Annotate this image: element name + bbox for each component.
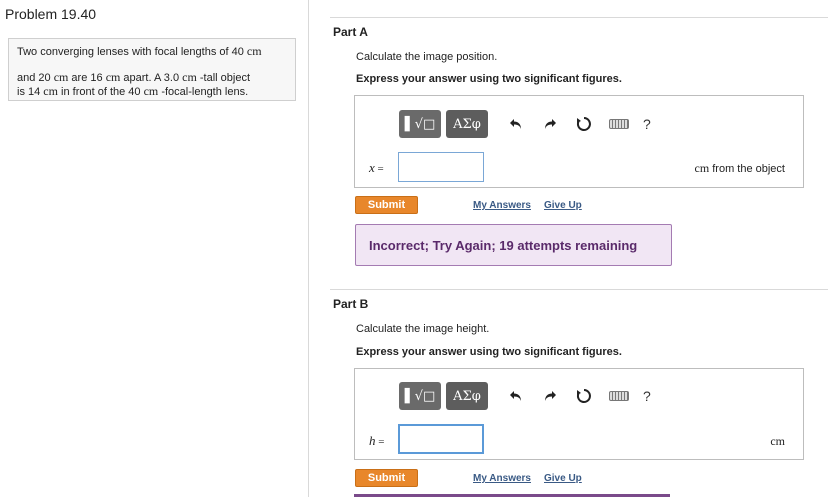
part-b-variable-label: h = xyxy=(369,433,384,449)
symbols-button[interactable]: ΑΣφ xyxy=(446,110,488,138)
undo-icon[interactable] xyxy=(505,382,527,410)
problem-statement: Two converging lenses with focal lengths… xyxy=(8,38,296,101)
part-a-instruction: Express your answer using two significan… xyxy=(356,73,622,85)
unit-cm: cm xyxy=(246,44,262,58)
part-a-give-up-link[interactable]: Give Up xyxy=(544,200,582,211)
part-a-my-answers-link[interactable]: My Answers xyxy=(473,200,531,211)
problem-text: in front of the 40 xyxy=(57,85,144,98)
redo-icon[interactable] xyxy=(539,382,561,410)
unit-cm: cm xyxy=(53,70,69,84)
symbols-button[interactable]: ΑΣφ xyxy=(446,382,488,410)
problem-text: apart. A 3.0 xyxy=(120,72,183,84)
reset-icon[interactable] xyxy=(573,382,595,410)
part-b-answer-area: ▌√□ ΑΣφ ? h = cm xyxy=(354,368,804,460)
part-a-units: cm from the object xyxy=(695,161,786,176)
undo-icon[interactable] xyxy=(505,110,527,138)
templates-button[interactable]: ▌√□ xyxy=(399,110,441,138)
unit-cm: cm xyxy=(694,161,710,175)
part-b-give-up-link[interactable]: Give Up xyxy=(544,473,582,484)
keyboard-icon[interactable] xyxy=(609,391,629,401)
help-button[interactable]: ? xyxy=(643,116,651,132)
unit-cm: cm xyxy=(182,70,197,84)
equals-sign: = xyxy=(375,436,385,448)
part-a-prompt: Calculate the image position. xyxy=(356,51,498,63)
part-b-my-answers-link[interactable]: My Answers xyxy=(473,473,531,484)
problem-text: Two converging lenses with focal lengths… xyxy=(17,46,247,58)
part-a-math-toolbar: ▌√□ ΑΣφ ? xyxy=(399,108,651,140)
part-b-title: Part B xyxy=(333,297,369,311)
redo-icon[interactable] xyxy=(539,110,561,138)
problem-panel: Problem 19.40 Two converging lenses with… xyxy=(0,0,309,497)
part-a-variable-label: x = xyxy=(369,160,384,176)
part-a-answer-area: ▌√□ ΑΣφ ? x = cm from the object xyxy=(354,95,804,188)
part-b-divider xyxy=(330,289,828,290)
reset-icon[interactable] xyxy=(573,110,595,138)
unit-cm: cm xyxy=(105,70,121,84)
problem-text: and 20 xyxy=(17,72,54,84)
part-b-prompt: Calculate the image height. xyxy=(356,323,490,335)
keyboard-icon[interactable] xyxy=(609,119,629,129)
equals-sign: = xyxy=(374,163,384,175)
part-a-feedback: Incorrect; Try Again; 19 attempts remain… xyxy=(355,224,672,266)
part-a-submit-button[interactable]: Submit xyxy=(355,196,418,214)
part-b-units: cm xyxy=(770,434,785,449)
problem-text: -focal-length lens. xyxy=(158,85,249,98)
part-b-answer-input[interactable] xyxy=(398,424,484,454)
templates-button[interactable]: ▌√□ xyxy=(399,382,441,410)
problem-title: Problem 19.40 xyxy=(5,6,97,22)
units-suffix: from the object xyxy=(709,163,785,175)
part-a-divider xyxy=(330,17,828,18)
unit-cm: cm xyxy=(770,434,785,448)
part-b-submit-button[interactable]: Submit xyxy=(355,469,418,487)
part-b-instruction: Express your answer using two significan… xyxy=(356,346,622,358)
part-b-math-toolbar: ▌√□ ΑΣφ ? xyxy=(399,380,651,412)
part-a-title: Part A xyxy=(333,25,368,39)
problem-text: are 16 xyxy=(68,72,106,84)
part-a-answer-input[interactable] xyxy=(398,152,484,182)
unit-cm: cm xyxy=(43,83,58,98)
help-button[interactable]: ? xyxy=(643,388,651,404)
unit-cm: cm xyxy=(143,83,159,98)
